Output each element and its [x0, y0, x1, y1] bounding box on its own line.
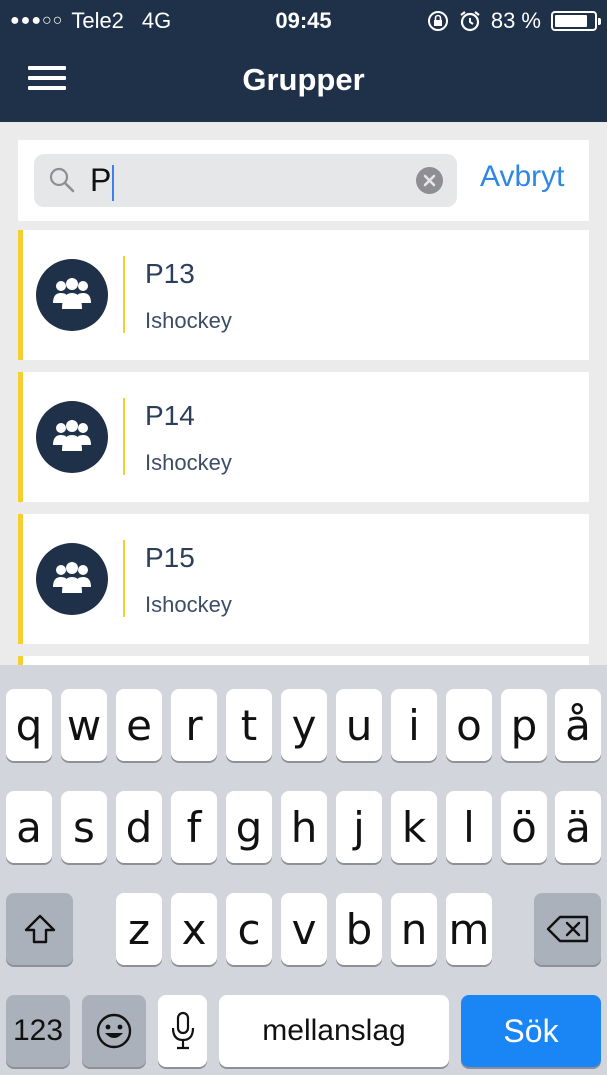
cancel-button[interactable]: Avbryt — [480, 160, 564, 194]
key-t[interactable]: t — [226, 689, 272, 761]
microphone-icon — [171, 1011, 194, 1050]
emoji-icon — [96, 1013, 132, 1049]
alarm-icon — [460, 11, 480, 32]
item-divider — [123, 540, 125, 617]
key-y[interactable]: y — [281, 689, 327, 761]
list-item[interactable]: P13 Ishockey — [18, 230, 589, 360]
emoji-key[interactable] — [82, 995, 146, 1067]
item-divider — [123, 256, 125, 333]
clear-search-icon[interactable] — [416, 167, 443, 194]
key-x[interactable]: x — [171, 893, 217, 965]
group-sport: Ishockey — [145, 450, 232, 475]
key-r[interactable]: r — [171, 689, 217, 761]
key-b[interactable]: b — [336, 893, 382, 965]
search-submit-key[interactable]: Sök — [461, 995, 601, 1067]
key-s[interactable]: s — [61, 791, 107, 863]
key-q[interactable]: q — [6, 689, 52, 761]
battery-icon — [551, 11, 601, 31]
search-input[interactable]: P — [34, 154, 457, 207]
key-a-ring[interactable]: å — [555, 689, 601, 761]
search-query: P — [90, 162, 112, 198]
space-key[interactable]: mellanslag — [219, 995, 449, 1067]
key-e[interactable]: e — [116, 689, 162, 761]
search-bar: P Avbryt — [18, 140, 589, 221]
battery-percentage: 83 % — [490, 8, 541, 33]
key-p[interactable]: p — [501, 689, 547, 761]
group-icon — [53, 562, 91, 593]
key-w[interactable]: w — [61, 689, 107, 761]
group-name: P13 — [145, 258, 195, 289]
key-c[interactable]: c — [226, 893, 272, 965]
key-k[interactable]: k — [391, 791, 437, 863]
key-m[interactable]: m — [446, 893, 492, 965]
status-bar: ●●●○○ Tele2 4G 09:45 83 % — [0, 0, 607, 42]
shift-key[interactable] — [6, 893, 73, 965]
group-icon — [53, 278, 91, 309]
group-sport: Ishockey — [145, 308, 232, 333]
group-avatar — [36, 543, 108, 615]
key-d[interactable]: d — [116, 791, 162, 863]
group-avatar — [36, 259, 108, 331]
item-divider — [123, 398, 125, 475]
app-header: ●●●○○ Tele2 4G 09:45 83 % Grupper — [0, 0, 607, 122]
key-z[interactable]: z — [116, 893, 162, 965]
numbers-key[interactable]: 123 — [6, 995, 70, 1067]
key-u[interactable]: u — [336, 689, 382, 761]
key-i[interactable]: i — [391, 689, 437, 761]
key-a-umlaut[interactable]: ä — [555, 791, 601, 863]
key-l[interactable]: l — [446, 791, 492, 863]
key-n[interactable]: n — [391, 893, 437, 965]
list-item[interactable]: P14 Ishockey — [18, 372, 589, 502]
key-j[interactable]: j — [336, 791, 382, 863]
list-item[interactable]: P15 Ishockey — [18, 514, 589, 644]
group-avatar — [36, 401, 108, 473]
microphone-key[interactable] — [158, 995, 207, 1067]
shift-icon — [24, 914, 55, 944]
key-v[interactable]: v — [281, 893, 327, 965]
backspace-key[interactable] — [534, 893, 601, 965]
group-icon — [53, 420, 91, 451]
on-screen-keyboard: q w e r t y u i o p å a s d f g h j k l … — [0, 665, 607, 1075]
rotation-lock-icon — [427, 11, 448, 31]
search-icon — [49, 167, 75, 193]
text-cursor — [112, 164, 115, 201]
key-o[interactable]: o — [446, 689, 492, 761]
key-f[interactable]: f — [171, 791, 217, 863]
page-title: Grupper — [242, 62, 365, 97]
key-h[interactable]: h — [281, 791, 327, 863]
group-name: P14 — [145, 400, 195, 431]
key-g[interactable]: g — [226, 791, 272, 863]
key-a[interactable]: a — [6, 791, 52, 863]
key-o-umlaut[interactable]: ö — [501, 791, 547, 863]
group-name: P15 — [145, 542, 195, 573]
backspace-icon — [546, 915, 588, 943]
group-sport: Ishockey — [145, 592, 232, 617]
